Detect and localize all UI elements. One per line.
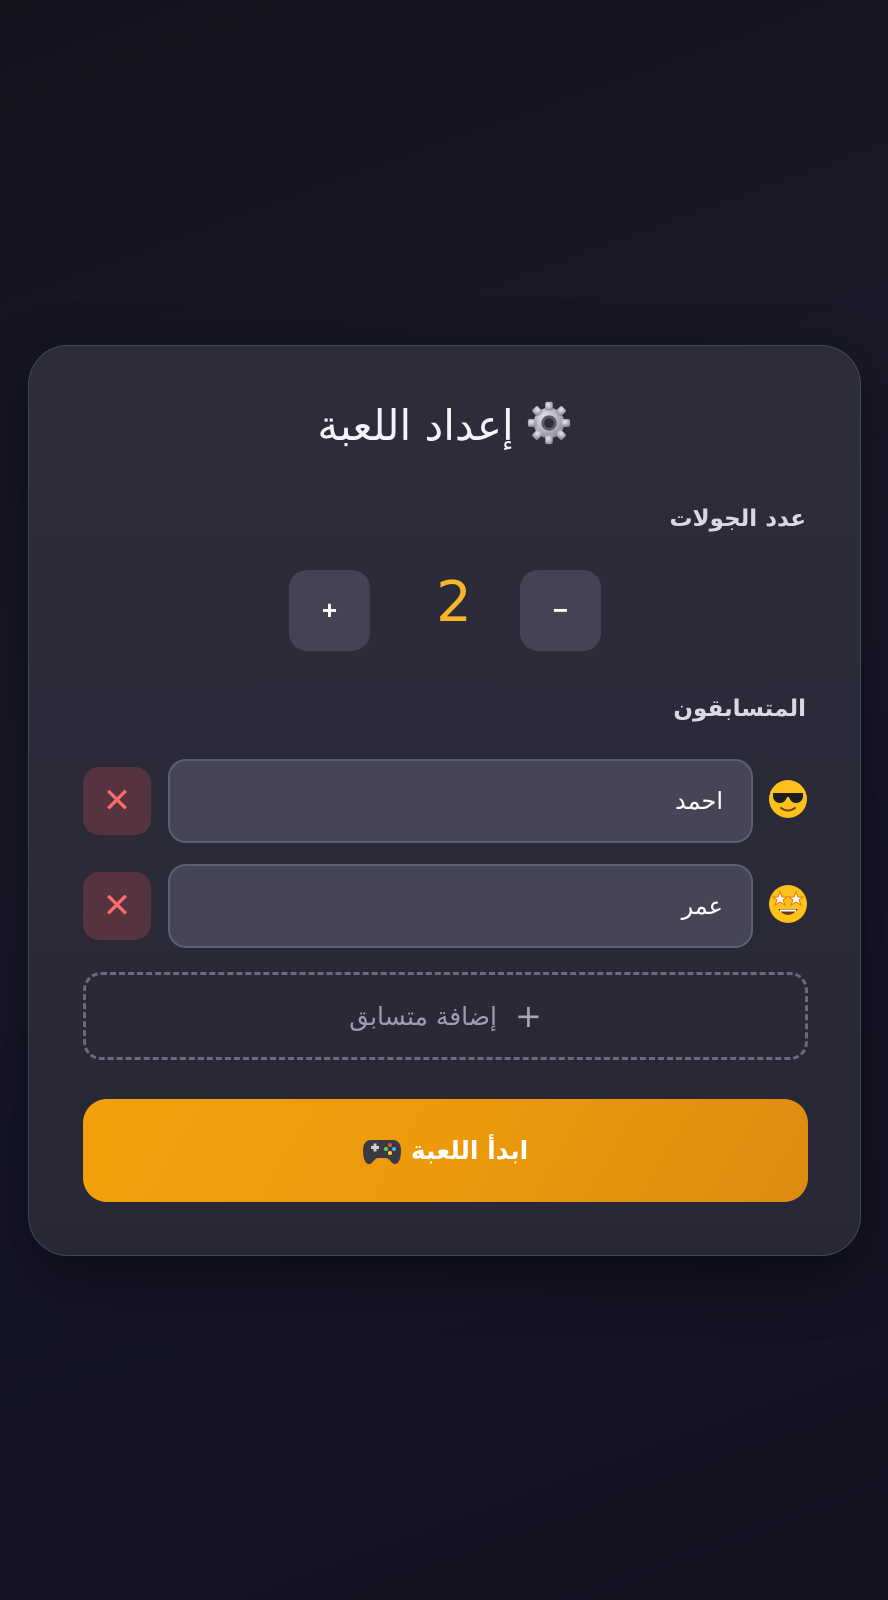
- player-name-input[interactable]: [168, 864, 753, 948]
- increment-rounds-button[interactable]: +: [289, 570, 370, 651]
- page-title: إعداد اللعبة: [29, 396, 860, 456]
- decrement-rounds-button[interactable]: −: [520, 570, 601, 651]
- rounds-label: عدد الجولات: [669, 506, 806, 532]
- add-player-button[interactable]: + إضافة متسابق: [83, 972, 808, 1060]
- game-controller-icon: [362, 1139, 401, 1164]
- remove-player-button[interactable]: ✕: [83, 872, 151, 940]
- player-row: ✕: [83, 864, 808, 950]
- gear-icon: [527, 401, 570, 444]
- start-game-button[interactable]: ابدأ اللعبة: [83, 1099, 808, 1202]
- start-game-label: ابدأ اللعبة: [410, 1136, 529, 1165]
- title-text: إعداد اللعبة: [317, 401, 514, 450]
- game-setup-card: إعداد اللعبة عدد الجولات + 2 − المتسابقو…: [28, 345, 861, 1256]
- star-struck-face-icon: [769, 885, 807, 923]
- remove-player-button[interactable]: ✕: [83, 767, 151, 835]
- rounds-value: 2: [436, 570, 472, 635]
- add-player-label: إضافة متسابق: [349, 1001, 497, 1031]
- player-name-input[interactable]: [168, 759, 753, 843]
- plus-icon: +: [514, 997, 542, 1035]
- players-label: المتسابقون: [673, 696, 806, 722]
- player-row: ✕: [83, 759, 808, 845]
- sunglasses-face-icon: [769, 780, 807, 818]
